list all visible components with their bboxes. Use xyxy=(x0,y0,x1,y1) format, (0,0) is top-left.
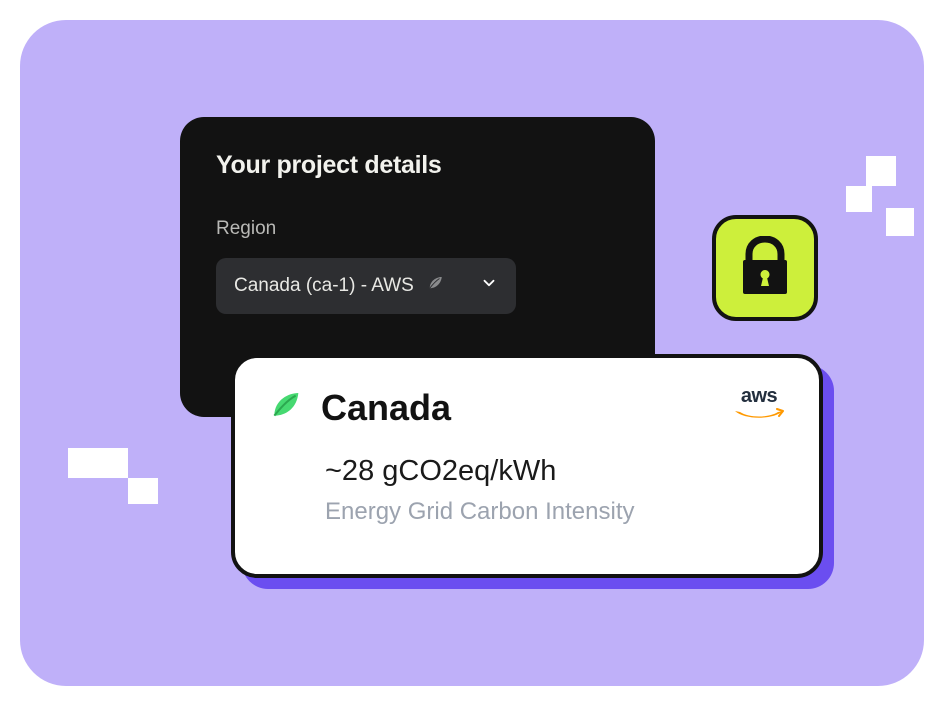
lock-badge xyxy=(712,215,818,321)
region-select[interactable]: Canada (ca-1) - AWS xyxy=(216,258,516,314)
chevron-down-icon xyxy=(480,274,498,298)
lock-icon xyxy=(737,236,793,301)
aws-swoosh-icon xyxy=(733,408,785,424)
canvas-background: Your project details Region Canada (ca-1… xyxy=(20,20,924,686)
info-card-header: Canada aws xyxy=(269,386,785,429)
aws-logo-text: aws xyxy=(733,386,785,406)
panel-title: Your project details xyxy=(216,151,619,180)
aws-logo: aws xyxy=(733,386,785,429)
decorative-pixels-left xyxy=(68,448,180,504)
carbon-metric-value: ~28 gCO2eq/kWh xyxy=(325,455,785,488)
decorative-pixels-right xyxy=(846,156,926,236)
region-info-card: Canada aws ~28 gCO2eq/kWh Energy Grid Ca… xyxy=(231,354,823,578)
leaf-icon xyxy=(269,389,301,426)
region-select-value: Canada (ca-1) - AWS xyxy=(234,275,414,297)
region-label: Region xyxy=(216,218,619,240)
region-country: Canada xyxy=(321,387,451,429)
carbon-metric-label: Energy Grid Carbon Intensity xyxy=(325,498,785,526)
carbon-metric: ~28 gCO2eq/kWh Energy Grid Carbon Intens… xyxy=(325,455,785,526)
leaf-icon xyxy=(426,274,444,298)
